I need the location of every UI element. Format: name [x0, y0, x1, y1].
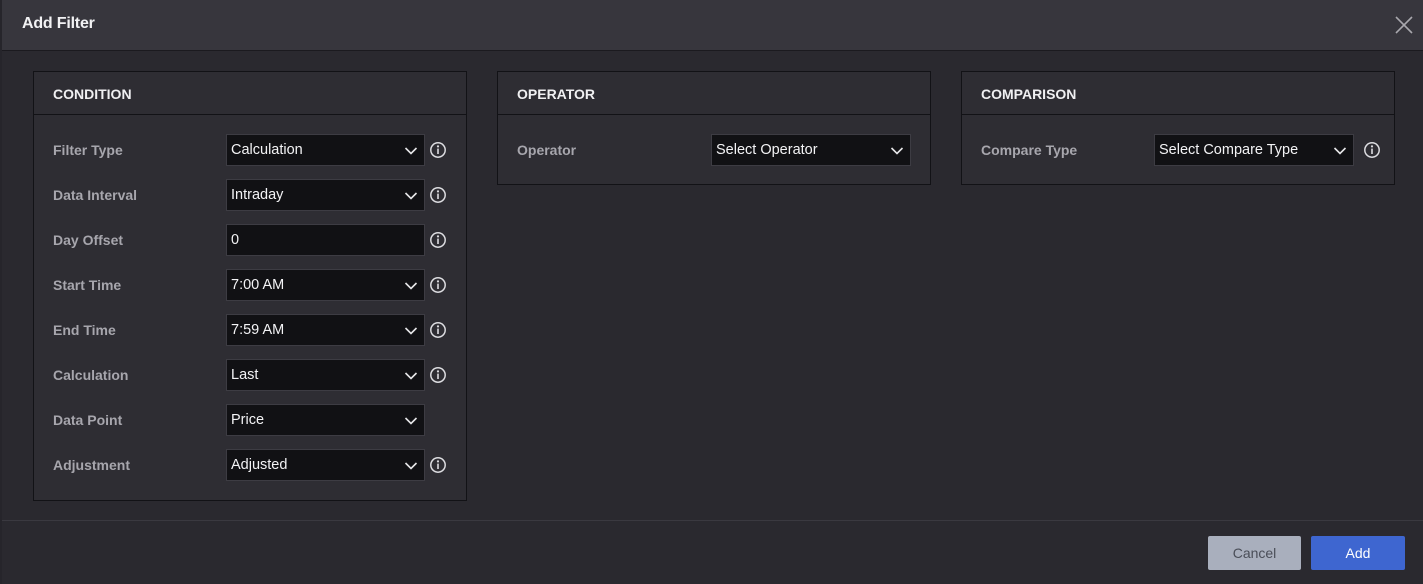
- end-time-select[interactable]: 7:59 AM: [226, 314, 425, 346]
- filter-type-select[interactable]: Calculation: [226, 134, 425, 166]
- chevron-down-icon: [1333, 147, 1347, 155]
- compare-type-label: Compare Type: [981, 142, 1078, 158]
- compare-type-row: Compare Type Select Compare Type: [962, 134, 1394, 166]
- cancel-button[interactable]: Cancel: [1208, 536, 1301, 570]
- day-offset-input[interactable]: 0: [226, 224, 425, 256]
- chevron-down-icon: [404, 462, 418, 470]
- operator-panel: OPERATOR Operator Select Operator: [497, 71, 931, 185]
- adjustment-row: Adjustment Adjusted: [34, 449, 466, 481]
- condition-heading: CONDITION: [34, 72, 466, 115]
- operator-heading: OPERATOR: [498, 72, 930, 115]
- operator-row: Operator Select Operator: [498, 134, 930, 166]
- footer-divider: [2, 520, 1423, 521]
- operator-select[interactable]: Select Operator: [711, 134, 911, 166]
- info-icon[interactable]: [429, 231, 447, 249]
- end-time-value: 7:59 AM: [231, 322, 285, 338]
- chevron-down-icon: [404, 192, 418, 200]
- close-icon: [1395, 16, 1413, 34]
- calculation-row: Calculation Last: [34, 359, 466, 391]
- data-interval-row: Data Interval Intraday: [34, 179, 466, 211]
- adjustment-label: Adjustment: [53, 457, 130, 473]
- start-time-row: Start Time 7:00 AM: [34, 269, 466, 301]
- data-point-value: Price: [231, 412, 265, 428]
- operator-label: Operator: [517, 142, 577, 158]
- filter-type-label: Filter Type: [53, 142, 123, 158]
- chevron-down-icon: [404, 282, 418, 290]
- start-time-value: 7:00 AM: [231, 277, 285, 293]
- chevron-down-icon: [404, 417, 418, 425]
- filter-type-row: Filter Type Calculation: [34, 134, 466, 166]
- filter-type-value: Calculation: [231, 142, 303, 158]
- day-offset-row: Day Offset 0: [34, 224, 466, 256]
- data-point-row: Data Point Price: [34, 404, 466, 436]
- info-icon[interactable]: [429, 366, 447, 384]
- data-point-select[interactable]: Price: [226, 404, 425, 436]
- calculation-select[interactable]: Last: [226, 359, 425, 391]
- chevron-down-icon: [404, 147, 418, 155]
- chevron-down-icon: [890, 147, 904, 155]
- comparison-panel: COMPARISON Compare Type Select Compare T…: [961, 71, 1395, 185]
- adjustment-select[interactable]: Adjusted: [226, 449, 425, 481]
- info-icon[interactable]: [429, 186, 447, 204]
- chevron-down-icon: [404, 372, 418, 380]
- comparison-heading: COMPARISON: [962, 72, 1394, 115]
- info-icon[interactable]: [429, 276, 447, 294]
- end-time-row: End Time 7:59 AM: [34, 314, 466, 346]
- chevron-down-icon: [404, 327, 418, 335]
- data-interval-label: Data Interval: [53, 187, 138, 203]
- info-icon[interactable]: [1363, 141, 1381, 159]
- data-point-label: Data Point: [53, 412, 123, 428]
- calculation-value: Last: [231, 367, 259, 383]
- day-offset-value: 0: [231, 232, 240, 248]
- compare-type-select-value: Select Compare Type: [1159, 142, 1299, 158]
- calculation-label: Calculation: [53, 367, 129, 383]
- operator-select-value: Select Operator: [716, 142, 818, 158]
- start-time-label: Start Time: [53, 277, 122, 293]
- info-icon[interactable]: [429, 321, 447, 339]
- dialog-header: Add Filter: [2, 0, 1423, 51]
- close-button[interactable]: [1393, 14, 1415, 36]
- info-icon[interactable]: [429, 456, 447, 474]
- end-time-label: End Time: [53, 322, 116, 338]
- data-interval-select[interactable]: Intraday: [226, 179, 425, 211]
- condition-panel: CONDITION Filter Type Calculation Data Int…: [33, 71, 467, 501]
- adjustment-value: Adjusted: [231, 457, 288, 473]
- dialog-title: Add Filter: [22, 15, 95, 32]
- compare-type-select[interactable]: Select Compare Type: [1154, 134, 1354, 166]
- start-time-select[interactable]: 7:00 AM: [226, 269, 425, 301]
- info-icon[interactable]: [429, 141, 447, 159]
- data-interval-value: Intraday: [231, 187, 284, 203]
- add-button[interactable]: Add: [1311, 536, 1405, 570]
- add-filter-dialog: Add Filter CONDITION Filter Type Calculat…: [2, 0, 1423, 584]
- day-offset-label: Day Offset: [53, 232, 124, 248]
